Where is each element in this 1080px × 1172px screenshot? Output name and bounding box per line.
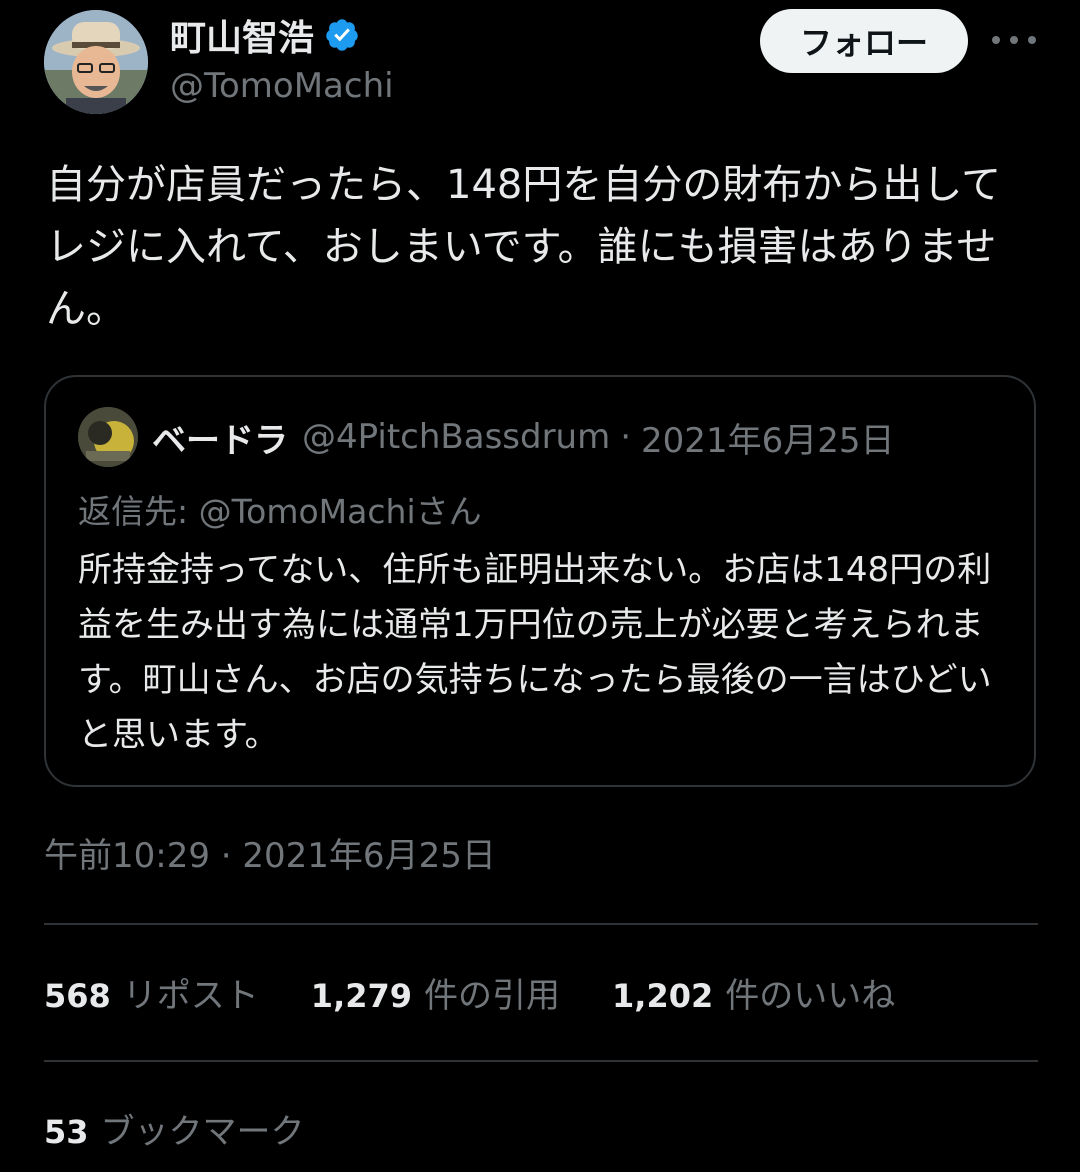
- quoted-tweet-text: 所持金持ってない、住所も証明出来ない。お店は148円の利益を生み出す為には通常1…: [78, 550, 992, 755]
- quotes-label: 件の引用: [424, 975, 561, 1016]
- reply-to-mention[interactable]: @TomoMachiさん: [199, 492, 482, 531]
- divider: [44, 1060, 1038, 1062]
- author-avatar[interactable]: [44, 10, 148, 114]
- quoted-tweet-header: ベードラ @4PitchBassdrum · 2021年6月25日: [78, 405, 894, 469]
- bookmarks-label: ブックマーク: [100, 1112, 305, 1152]
- avatar-image: [44, 10, 148, 114]
- author-name-row[interactable]: 町山智浩: [170, 10, 360, 60]
- separator-dot: ·: [620, 417, 632, 457]
- follow-button[interactable]: フォロー: [760, 9, 968, 73]
- likes-stat[interactable]: 1,202 件のいいね: [612, 968, 895, 1017]
- quoted-author-handle: @4PitchBassdrum: [302, 417, 611, 457]
- likes-label: 件のいいね: [725, 975, 896, 1016]
- more-options-icon[interactable]: [992, 22, 1036, 58]
- quoted-author-name: ベードラ: [152, 420, 288, 461]
- quoted-tweet-card[interactable]: ベードラ @4PitchBassdrum · 2021年6月25日 返信先: @…: [44, 375, 1036, 787]
- reposts-stat[interactable]: 568 リポスト: [44, 968, 259, 1017]
- reposts-label: リポスト: [122, 975, 259, 1016]
- tweet-timestamp[interactable]: 午前10:29 · 2021年6月25日: [44, 828, 496, 877]
- divider: [44, 923, 1038, 925]
- quoted-tweet-date: 2021年6月25日: [641, 420, 895, 461]
- author-display-name[interactable]: 町山智浩: [170, 9, 314, 61]
- quotes-count: 1,279: [310, 976, 413, 1015]
- reply-to-line: 返信先: @TomoMachiさん: [78, 485, 482, 533]
- bookmarks-stat[interactable]: 53 ブックマーク: [44, 1104, 305, 1156]
- quotes-stat[interactable]: 1,279 件の引用: [311, 968, 560, 1017]
- bookmarks-count: 53: [44, 1113, 89, 1151]
- reply-to-prefix: 返信先:: [78, 492, 199, 531]
- engagement-stats: 568 リポスト 1,279 件の引用 1,202 件のいいね: [44, 966, 947, 1018]
- tweet-text: 自分が店員だったら、148円を自分の財布から出してレジに入れて、おしまいです。誰…: [46, 162, 1002, 332]
- quoted-author-avatar: [78, 407, 138, 467]
- reposts-count: 568: [44, 976, 111, 1015]
- likes-count: 1,202: [612, 976, 714, 1015]
- author-handle[interactable]: @TomoMachi: [170, 66, 394, 106]
- verified-badge-icon: [324, 17, 360, 53]
